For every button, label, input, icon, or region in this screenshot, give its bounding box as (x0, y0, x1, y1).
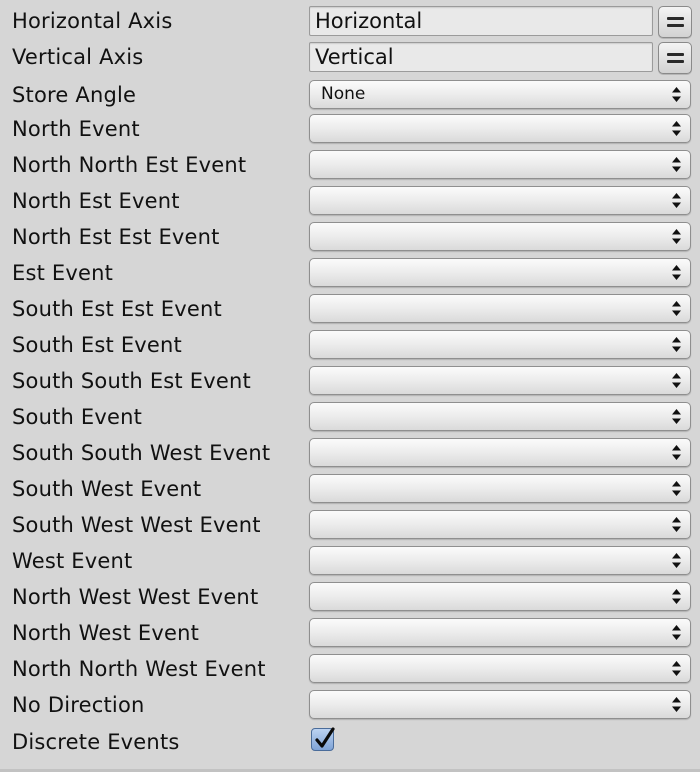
up-down-arrows-icon (672, 193, 681, 208)
horizontal-axis-label: Horizontal Axis (12, 9, 173, 33)
up-down-arrows-icon (672, 229, 681, 244)
north-west-event-label: North West Event (12, 621, 200, 645)
up-down-arrows-icon (672, 157, 681, 172)
discrete-events-row: Discrete Events (0, 724, 700, 760)
north-north-est-event-dropdown[interactable] (309, 150, 691, 179)
up-down-arrows-icon (672, 661, 681, 676)
vertical-axis-menu-button[interactable] (658, 42, 692, 74)
north-event-row: North Event (0, 111, 700, 147)
horizontal-axis-row: Horizontal Axis Horizontal (0, 3, 700, 39)
south-est-est-event-row: South Est Est Event (0, 291, 700, 327)
inspector-panel: Horizontal Axis Horizontal Vertical Axis… (0, 0, 700, 772)
store-angle-value: None (321, 84, 366, 104)
up-down-arrows-icon (672, 589, 681, 604)
est-event-label: Est Event (12, 261, 114, 285)
south-est-est-event-dropdown[interactable] (309, 294, 691, 323)
north-north-est-event-row: North North Est Event (0, 147, 700, 183)
store-angle-dropdown[interactable]: None (309, 80, 691, 109)
south-west-west-event-dropdown[interactable] (309, 510, 691, 539)
est-event-dropdown[interactable] (309, 258, 691, 287)
south-event-label: South Event (12, 405, 143, 429)
up-down-arrows-icon (672, 517, 681, 532)
north-est-est-event-row: North Est Est Event (0, 219, 700, 255)
south-west-event-label: South West Event (12, 477, 202, 501)
north-est-est-event-dropdown[interactable] (309, 222, 691, 251)
up-down-arrows-icon (672, 87, 681, 102)
south-south-west-event-label: South South West Event (12, 441, 271, 465)
vertical-axis-field[interactable]: Vertical (309, 42, 653, 72)
est-event-row: Est Event (0, 255, 700, 291)
vertical-axis-row: Vertical Axis Vertical (0, 39, 700, 75)
vertical-axis-label: Vertical Axis (12, 45, 144, 69)
north-north-est-event-label: North North Est Event (12, 153, 247, 177)
north-est-event-label: North Est Event (12, 189, 180, 213)
south-south-west-event-dropdown[interactable] (309, 438, 691, 467)
north-north-west-event-label: North North West Event (12, 657, 266, 681)
up-down-arrows-icon (672, 625, 681, 640)
checkmark-icon (315, 727, 335, 748)
north-north-west-event-row: North North West Event (0, 651, 700, 687)
up-down-arrows-icon (672, 553, 681, 568)
south-west-event-dropdown[interactable] (309, 474, 691, 503)
south-west-event-row: South West Event (0, 471, 700, 507)
north-west-west-event-dropdown[interactable] (309, 582, 691, 611)
west-event-dropdown[interactable] (309, 546, 691, 575)
equals-menu-icon (667, 16, 684, 30)
south-south-est-event-label: South South Est Event (12, 369, 251, 393)
south-est-event-dropdown[interactable] (309, 330, 691, 359)
south-event-row: South Event (0, 399, 700, 435)
up-down-arrows-icon (672, 697, 681, 712)
north-est-event-row: North Est Event (0, 183, 700, 219)
discrete-events-label: Discrete Events (12, 730, 180, 754)
south-west-west-event-row: South West West Event (0, 507, 700, 543)
no-direction-row: No Direction (0, 687, 700, 723)
equals-menu-icon (667, 52, 684, 66)
up-down-arrows-icon (672, 373, 681, 388)
south-south-est-event-row: South South Est Event (0, 363, 700, 399)
north-event-label: North Event (12, 117, 140, 141)
north-north-west-event-dropdown[interactable] (309, 654, 691, 683)
no-direction-label: No Direction (12, 693, 145, 717)
west-event-label: West Event (12, 549, 133, 573)
up-down-arrows-icon (672, 481, 681, 496)
north-west-event-row: North West Event (0, 615, 700, 651)
north-est-event-dropdown[interactable] (309, 186, 691, 215)
horizontal-axis-field[interactable]: Horizontal (309, 6, 653, 36)
south-south-est-event-dropdown[interactable] (309, 366, 691, 395)
up-down-arrows-icon (672, 301, 681, 316)
horizontal-axis-menu-button[interactable] (658, 6, 692, 38)
store-angle-row: Store Angle None (0, 77, 700, 113)
south-est-event-row: South Est Event (0, 327, 700, 363)
no-direction-dropdown[interactable] (309, 690, 691, 719)
north-west-event-dropdown[interactable] (309, 618, 691, 647)
store-angle-label: Store Angle (12, 83, 137, 107)
up-down-arrows-icon (672, 445, 681, 460)
discrete-events-checkbox[interactable] (311, 727, 335, 751)
up-down-arrows-icon (672, 265, 681, 280)
north-est-est-event-label: North Est Est Event (12, 225, 220, 249)
north-event-dropdown[interactable] (309, 114, 691, 143)
north-west-west-event-row: North West West Event (0, 579, 700, 615)
south-south-west-event-row: South South West Event (0, 435, 700, 471)
west-event-row: West Event (0, 543, 700, 579)
south-est-est-event-label: South Est Est Event (12, 297, 222, 321)
south-est-event-label: South Est Event (12, 333, 182, 357)
north-west-west-event-label: North West West Event (12, 585, 259, 609)
south-event-dropdown[interactable] (309, 402, 691, 431)
south-west-west-event-label: South West West Event (12, 513, 261, 537)
up-down-arrows-icon (672, 409, 681, 424)
up-down-arrows-icon (672, 337, 681, 352)
up-down-arrows-icon (672, 121, 681, 136)
